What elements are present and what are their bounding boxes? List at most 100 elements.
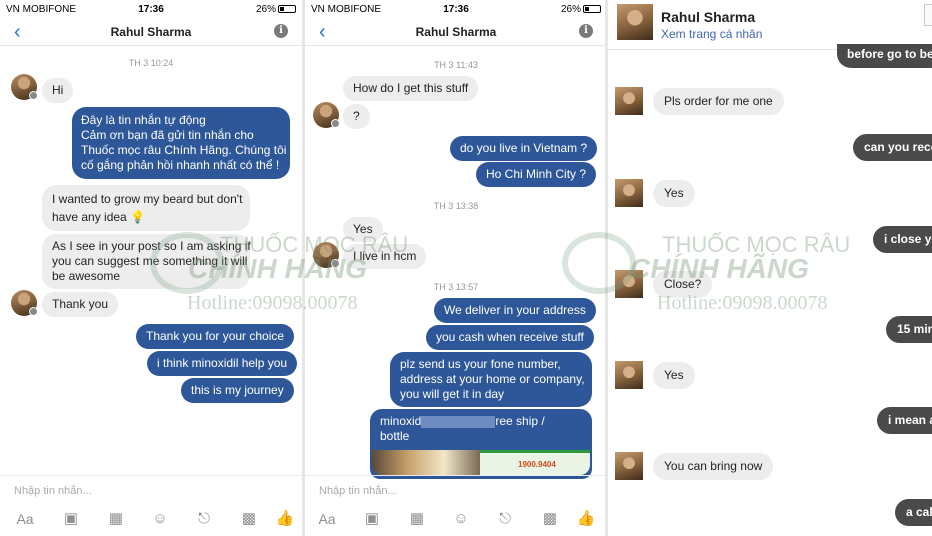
message-line: minoxid ree ship / bbox=[380, 414, 582, 429]
status-bar: VN MOBIFONE 17:36 26% bbox=[0, 0, 302, 20]
contact-name: Rahul Sharma bbox=[415, 25, 497, 39]
message-input-placeholder[interactable]: Nhập tin nhắn... bbox=[14, 485, 92, 497]
text-style-aa-button[interactable]: Aa bbox=[316, 510, 338, 528]
outgoing-message: i mean a bbox=[877, 407, 932, 434]
info-icon[interactable]: i bbox=[579, 24, 593, 38]
outgoing-message: Thank you for your choice bbox=[136, 324, 295, 349]
outgoing-message: can you rece bbox=[853, 134, 932, 161]
incoming-message: Pls order for me one bbox=[653, 88, 784, 115]
chat-header: Rahul Sharma Xem trang cá nhân bbox=[608, 0, 932, 50]
emoji-icon[interactable]: ☺ bbox=[149, 510, 171, 528]
avatar[interactable] bbox=[615, 361, 643, 389]
battery-icon bbox=[278, 5, 296, 14]
view-profile-link[interactable]: Xem trang cá nhân bbox=[661, 27, 762, 41]
outgoing-message: this is my journey bbox=[181, 378, 294, 403]
like-thumb-icon[interactable]: 👍 bbox=[274, 510, 296, 528]
microphone-icon[interactable]: ⎋ bbox=[494, 510, 516, 528]
incoming-message: I live in hcm bbox=[343, 244, 427, 269]
message-composer[interactable]: Nhập tin nhắn... bbox=[0, 475, 302, 505]
timestamp: TH 3 13:38 bbox=[433, 201, 479, 211]
outgoing-message: Ho Chi Minh City ? bbox=[476, 162, 597, 187]
incoming-message: You can bring now bbox=[653, 453, 774, 480]
messenger-badge-icon bbox=[29, 307, 38, 316]
message-line: address at your home or company, bbox=[400, 372, 585, 386]
like-thumb-icon[interactable]: 👍 bbox=[575, 510, 597, 528]
status-bar: VN MOBIFONE 17:36 26% bbox=[305, 0, 607, 20]
messenger-badge-icon bbox=[331, 119, 340, 128]
incoming-message: Hi bbox=[42, 78, 74, 103]
messenger-badge-icon bbox=[331, 259, 340, 268]
chat-header: ‹ Rahul Sharma i bbox=[305, 20, 607, 46]
outgoing-message: you cash when receive stuff bbox=[426, 325, 594, 350]
message-line: Thuốc mọc râu Chính Hãng. Chúng tôi bbox=[81, 143, 287, 157]
sticker-icon[interactable]: ▩ bbox=[539, 510, 561, 528]
camera-icon[interactable]: ▣ bbox=[60, 510, 82, 528]
message-input-placeholder[interactable]: Nhập tin nhắn... bbox=[319, 485, 397, 497]
chat-panel-1: VN MOBIFONE 17:36 26% ‹ Rahul Sharma i T… bbox=[0, 0, 302, 536]
message-line: be awesome bbox=[52, 269, 121, 283]
avatar[interactable] bbox=[615, 452, 643, 480]
outgoing-message: We deliver in your address bbox=[434, 298, 596, 323]
window-control[interactable] bbox=[924, 4, 932, 26]
battery-indicator: 26% bbox=[561, 4, 601, 15]
chat-panel-3: Rahul Sharma Xem trang cá nhân before go… bbox=[608, 0, 932, 536]
timestamp: TH 3 10:24 bbox=[128, 58, 174, 68]
sticker-icon[interactable]: ▩ bbox=[238, 510, 260, 528]
info-icon[interactable]: i bbox=[274, 24, 288, 38]
gallery-icon[interactable]: ▦ bbox=[406, 510, 428, 528]
composer-toolbar: Aa ▣ ▦ ☺ ⎋ ▩ 👍 bbox=[305, 505, 607, 536]
outgoing-message: i close yo bbox=[873, 226, 932, 253]
message-line: bottle bbox=[380, 429, 410, 443]
microphone-icon[interactable]: ⎋ bbox=[193, 510, 215, 528]
avatar[interactable] bbox=[615, 270, 643, 298]
battery-label: 26% bbox=[560, 4, 581, 15]
avatar[interactable] bbox=[615, 179, 643, 207]
message-line: you can suggest me something it will bbox=[52, 254, 248, 268]
composer-toolbar: Aa ▣ ▦ ☺ ⎋ ▩ 👍 bbox=[0, 505, 302, 536]
incoming-message: Yes bbox=[653, 362, 695, 389]
incoming-message: As I see in your post so I am asking if … bbox=[42, 234, 251, 289]
message-line: you will get it in day bbox=[400, 387, 505, 401]
message-line: Cảm ơn bạn đã gửi tin nhắn cho bbox=[81, 128, 254, 142]
message-line: cố gắng phản hồi nhanh nhất có thể ! bbox=[81, 158, 280, 172]
timestamp: TH 3 13:57 bbox=[433, 282, 479, 292]
incoming-message: I wanted to grow my beard but don't have… bbox=[42, 185, 250, 231]
chat-header: ‹ Rahul Sharma i bbox=[0, 20, 302, 46]
contact-name: Rahul Sharma bbox=[110, 25, 192, 39]
redacted-block bbox=[421, 415, 496, 428]
outgoing-message: do you live in Vietnam ? bbox=[450, 136, 598, 161]
message-text: have any idea bbox=[52, 210, 127, 224]
messenger-badge-icon bbox=[29, 91, 38, 100]
message-text: minoxid bbox=[380, 414, 422, 428]
outgoing-message: plz send us your fone number, address at… bbox=[390, 352, 592, 407]
avatar[interactable] bbox=[617, 4, 653, 40]
outgoing-message: i think minoxidil help you bbox=[147, 351, 298, 376]
message-line: As I see in your post so I am asking if bbox=[52, 239, 251, 253]
outgoing-message: Đây là tin nhắn tự động Cảm ơn bạn đã gử… bbox=[72, 107, 290, 179]
gallery-icon[interactable]: ▦ bbox=[105, 510, 127, 528]
avatar[interactable] bbox=[615, 87, 643, 115]
incoming-message: How do I get this stuff bbox=[343, 76, 479, 101]
message-composer[interactable]: Nhập tin nhắn... bbox=[305, 475, 607, 505]
product-image-attachment[interactable]: 1900.9404 bbox=[372, 450, 590, 475]
camera-icon[interactable]: ▣ bbox=[361, 510, 383, 528]
outgoing-message: before go to be bbox=[837, 44, 932, 68]
message-line: plz send us your fone number, bbox=[400, 357, 561, 371]
outgoing-message: 15 min bbox=[886, 316, 932, 343]
product-photo bbox=[372, 450, 480, 475]
message-line: I wanted to grow my beard but don't bbox=[52, 192, 243, 206]
banner-hotline: 1900.9404 bbox=[518, 460, 556, 469]
text-style-aa-button[interactable]: Aa bbox=[14, 510, 36, 528]
lightbulb-emoji-icon: 💡 bbox=[130, 210, 146, 224]
emoji-icon[interactable]: ☺ bbox=[450, 510, 472, 528]
battery-icon bbox=[583, 5, 601, 14]
message-line-with-emoji: have any idea 💡 bbox=[52, 208, 240, 226]
incoming-message: Close? bbox=[653, 271, 713, 298]
battery-label: 26% bbox=[255, 4, 276, 15]
incoming-message: Yes bbox=[343, 217, 383, 242]
timestamp: TH 3 11:43 bbox=[434, 60, 478, 70]
incoming-message: Thank you bbox=[42, 292, 119, 317]
chat-panel-2: VN MOBIFONE 17:36 26% ‹ Rahul Sharma i T… bbox=[305, 0, 607, 536]
message-text: ree ship / bbox=[495, 414, 545, 428]
message-line: Đây là tin nhắn tự động bbox=[81, 113, 206, 127]
